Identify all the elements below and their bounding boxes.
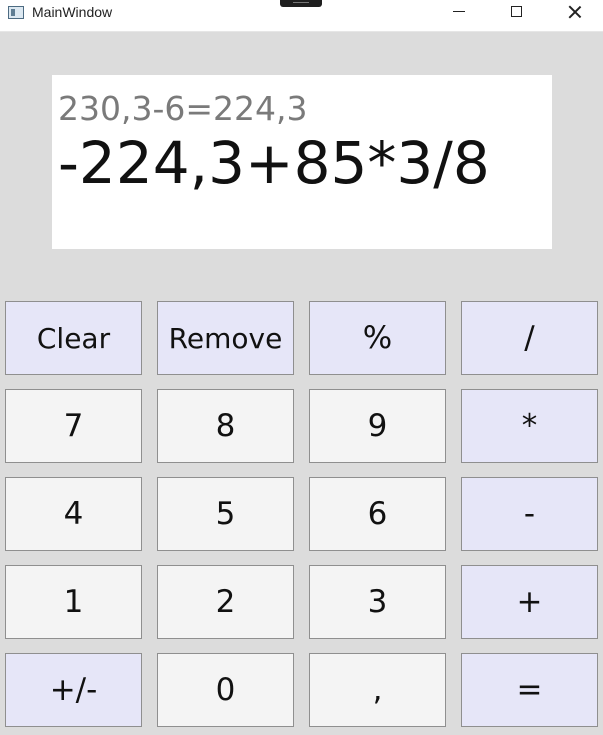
add-button-label: + xyxy=(516,584,543,620)
decimal-button[interactable]: , xyxy=(309,653,446,727)
digit-2-button[interactable]: 2 xyxy=(157,565,294,639)
digit-8-label: 8 xyxy=(215,408,236,444)
remove-button-label: Remove xyxy=(168,321,283,355)
minimize-icon xyxy=(453,11,465,12)
divide-button[interactable]: / xyxy=(461,301,598,375)
digit-7-label: 7 xyxy=(63,408,84,444)
expression-text: -224,3+85*3/8 xyxy=(58,129,490,197)
close-button[interactable] xyxy=(551,0,597,31)
maximize-icon xyxy=(511,6,522,17)
digit-3-label: 3 xyxy=(367,584,388,620)
digit-4-label: 4 xyxy=(63,496,84,532)
digit-6-label: 6 xyxy=(367,496,388,532)
history-text: 230,3-6=224,3 xyxy=(58,89,308,128)
window-title: MainWindow xyxy=(32,4,113,20)
digit-0-label: 0 xyxy=(215,672,236,708)
window-top-pill xyxy=(280,0,322,7)
digit-9-label: 9 xyxy=(367,408,388,444)
keypad: Clear Remove % / 7 8 9 * 4 5 6 - 1 2 3 +… xyxy=(5,301,598,729)
decimal-button-label: , xyxy=(372,672,383,708)
clear-button[interactable]: Clear xyxy=(5,301,142,375)
add-button[interactable]: + xyxy=(461,565,598,639)
plus-minus-label: +/- xyxy=(49,672,98,708)
multiply-button-label: * xyxy=(521,408,538,444)
digit-1-button[interactable]: 1 xyxy=(5,565,142,639)
close-icon xyxy=(568,5,582,19)
multiply-button[interactable]: * xyxy=(461,389,598,463)
digit-1-label: 1 xyxy=(63,584,84,620)
percent-button-label: % xyxy=(362,320,393,356)
digit-8-button[interactable]: 8 xyxy=(157,389,294,463)
digit-0-button[interactable]: 0 xyxy=(157,653,294,727)
percent-button[interactable]: % xyxy=(309,301,446,375)
title-bar: MainWindow xyxy=(0,0,603,32)
plus-minus-button[interactable]: +/- xyxy=(5,653,142,727)
calculator-display: 230,3-6=224,3 -224,3+85*3/8 xyxy=(52,75,552,249)
window-icon xyxy=(8,6,24,19)
clear-button-label: Clear xyxy=(36,321,111,355)
equals-button[interactable]: = xyxy=(461,653,598,727)
minimize-button[interactable] xyxy=(435,0,481,31)
subtract-button-label: - xyxy=(523,496,536,532)
equals-button-label: = xyxy=(516,672,543,708)
digit-5-button[interactable]: 5 xyxy=(157,477,294,551)
digit-7-button[interactable]: 7 xyxy=(5,389,142,463)
subtract-button[interactable]: - xyxy=(461,477,598,551)
digit-6-button[interactable]: 6 xyxy=(309,477,446,551)
divide-button-label: / xyxy=(524,320,535,356)
digit-9-button[interactable]: 9 xyxy=(309,389,446,463)
digit-5-label: 5 xyxy=(215,496,236,532)
digit-3-button[interactable]: 3 xyxy=(309,565,446,639)
remove-button[interactable]: Remove xyxy=(157,301,294,375)
maximize-button[interactable] xyxy=(493,0,539,31)
digit-4-button[interactable]: 4 xyxy=(5,477,142,551)
digit-2-label: 2 xyxy=(215,584,236,620)
